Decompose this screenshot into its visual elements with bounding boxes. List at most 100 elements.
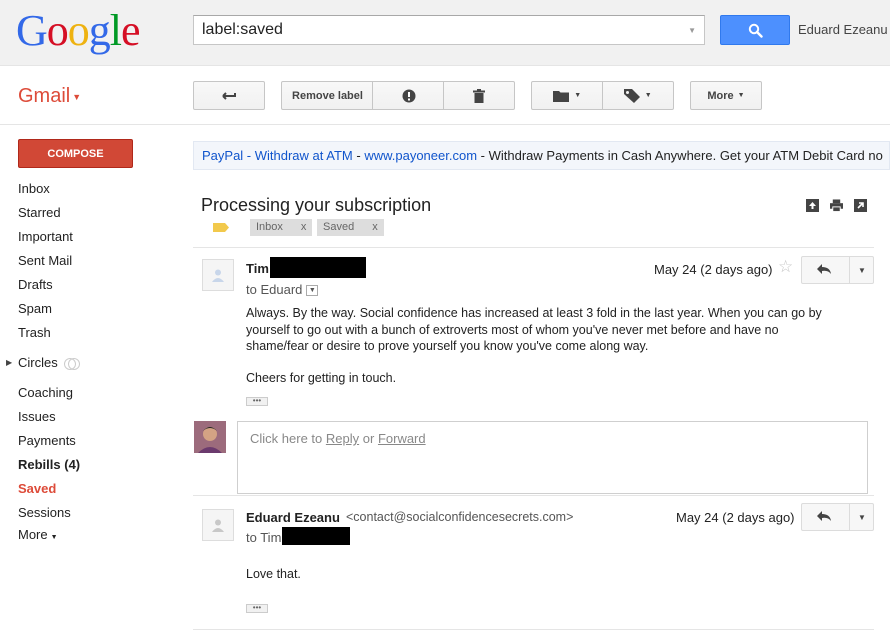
label-chip-name: Saved — [323, 221, 355, 233]
remove-label-icon[interactable]: x — [372, 219, 378, 236]
print-icon[interactable] — [830, 199, 843, 212]
toolbar-divider — [372, 81, 373, 110]
sidebar-item-saved[interactable]: Saved — [0, 477, 180, 501]
sidebar-item-sessions[interactable]: Sessions — [0, 501, 180, 525]
ad-title-link[interactable]: PayPal - Withdraw at ATM — [202, 148, 353, 163]
redaction-block — [282, 527, 350, 545]
sidebar-item-coaching[interactable]: Coaching — [0, 381, 180, 405]
search-input[interactable]: label:saved ▼ — [193, 15, 705, 45]
delete-button[interactable] — [444, 88, 514, 103]
avatar — [202, 259, 234, 291]
chevron-down-icon: ▼ — [50, 534, 58, 541]
body-line: Cheers for getting in touch. — [246, 370, 397, 385]
account-name[interactable]: Eduard Ezeanu — [798, 22, 888, 37]
label-chip-name: Inbox — [256, 221, 283, 233]
sidebar-item-sent-mail[interactable]: Sent Mail — [0, 249, 180, 273]
sidebar-item-more[interactable]: More ▼ — [0, 523, 180, 547]
sidebar-item-important[interactable]: Important — [0, 225, 180, 249]
reply-button-group: ▼ — [801, 256, 874, 284]
divider — [193, 247, 874, 248]
recipient-text: to Eduard — [246, 282, 303, 297]
chevron-down-icon: ▼ — [644, 92, 652, 99]
toolbar-divider — [602, 81, 603, 110]
show-details-icon[interactable]: ▼ — [306, 285, 319, 297]
show-trimmed-content-button[interactable]: ••• — [246, 397, 268, 406]
importance-marker-icon[interactable] — [213, 223, 229, 232]
expand-all-icon[interactable] — [806, 199, 819, 212]
remove-label-button[interactable]: Remove label — [282, 90, 373, 102]
ad-url-link[interactable]: www.payoneer.com — [364, 148, 477, 163]
thread-subject: Processing your subscription — [201, 195, 432, 215]
chevron-down-icon: ▼ — [574, 92, 582, 99]
quick-reply-box[interactable]: Click here to Reply or Forward — [237, 421, 868, 494]
chevron-down-icon: ▼ — [72, 91, 82, 102]
top-bar: Google label:saved ▼ Eduard Ezeanu — [0, 0, 890, 66]
recipient-line: to Eduard ▼ — [246, 282, 319, 297]
more-actions-label: More — [707, 89, 734, 102]
message-sender[interactable]: Eduard Ezeanu — [246, 510, 340, 525]
more-actions-button[interactable]: More ▼ — [690, 81, 762, 110]
body-line: shame/fear or desire to prove yourself y… — [246, 339, 649, 353]
search-options-arrow-icon[interactable]: ▼ — [688, 26, 696, 35]
sidebar-item-rebills[interactable]: Rebills (4) — [0, 453, 180, 477]
ad-separator: - — [477, 148, 489, 163]
trash-icon — [473, 88, 485, 103]
reply-icon[interactable] — [816, 263, 832, 275]
chevron-down-icon: ▼ — [737, 92, 745, 99]
label-actions-group: Remove label — [281, 81, 515, 110]
gmail-app-menu[interactable]: Gmail ▼ — [18, 85, 81, 108]
reply-link[interactable]: Reply — [326, 431, 359, 446]
star-icon[interactable]: ☆ — [778, 257, 793, 277]
labels-button[interactable]: ▼ — [603, 88, 674, 103]
search-icon — [748, 23, 763, 38]
person-icon — [212, 269, 224, 282]
more-options-dropdown-icon[interactable]: ▼ — [858, 266, 866, 275]
move-to-button[interactable]: ▼ — [532, 90, 603, 102]
search-query[interactable]: label:saved — [202, 21, 283, 39]
reply-or: or — [362, 431, 375, 446]
forward-link[interactable]: Forward — [378, 431, 426, 446]
compose-button[interactable]: COMPOSE — [18, 139, 133, 168]
sidebar-item-starred[interactable]: Starred — [0, 201, 180, 225]
sidebar-item-circles[interactable]: ▶ Circles — [0, 351, 180, 375]
expand-triangle-icon[interactable]: ▶ — [6, 351, 12, 375]
sidebar-item-drafts[interactable]: Drafts — [0, 273, 180, 297]
alert-icon — [402, 89, 415, 102]
divider — [0, 124, 890, 125]
user-photo — [194, 421, 226, 453]
body-line: yourself to go out with a bunch of extro… — [246, 322, 779, 337]
message-sender[interactable]: Tim — [246, 261, 269, 276]
folder-icon — [553, 90, 570, 102]
message-date: May 24 (2 days ago) — [676, 510, 795, 525]
reply-icon[interactable] — [816, 510, 832, 522]
divider — [849, 504, 850, 530]
user-avatar — [194, 421, 226, 453]
label-chip-saved[interactable]: Saved x — [317, 219, 384, 236]
sidebar-item-payments[interactable]: Payments — [0, 429, 180, 453]
search-button[interactable] — [720, 15, 790, 45]
sender-email: <contact@socialconfidencesecrets.com> — [346, 510, 574, 524]
google-logo[interactable]: Google — [16, 6, 141, 56]
logo-letter: e — [121, 6, 141, 55]
sidebar-item-label: Circles — [18, 355, 58, 370]
ad-banner: PayPal - Withdraw at ATM - www.payoneer.… — [193, 141, 890, 170]
reply-prompt: Click here to — [250, 431, 323, 446]
new-window-icon[interactable] — [854, 199, 867, 212]
report-spam-button[interactable] — [373, 89, 444, 103]
show-trimmed-content-button[interactable]: ••• — [246, 604, 268, 613]
label-chip-inbox[interactable]: Inbox x — [250, 219, 313, 236]
sidebar-item-issues[interactable]: Issues — [0, 405, 180, 429]
sidebar-item-trash[interactable]: Trash — [0, 321, 180, 345]
recipient-line: to Tim — [246, 530, 282, 545]
divider — [193, 495, 874, 496]
ad-text: Withdraw Payments in Cash Anywhere. Get … — [488, 148, 883, 163]
person-icon — [212, 519, 224, 532]
ad-separator: - — [352, 148, 365, 163]
remove-label-icon[interactable]: x — [301, 219, 307, 236]
back-button[interactable] — [193, 81, 265, 110]
divider — [849, 257, 850, 283]
sidebar-item-spam[interactable]: Spam — [0, 297, 180, 321]
sidebar-item-inbox[interactable]: Inbox — [0, 177, 180, 201]
more-options-dropdown-icon[interactable]: ▼ — [858, 513, 866, 522]
logo-letter: g — [88, 6, 111, 55]
